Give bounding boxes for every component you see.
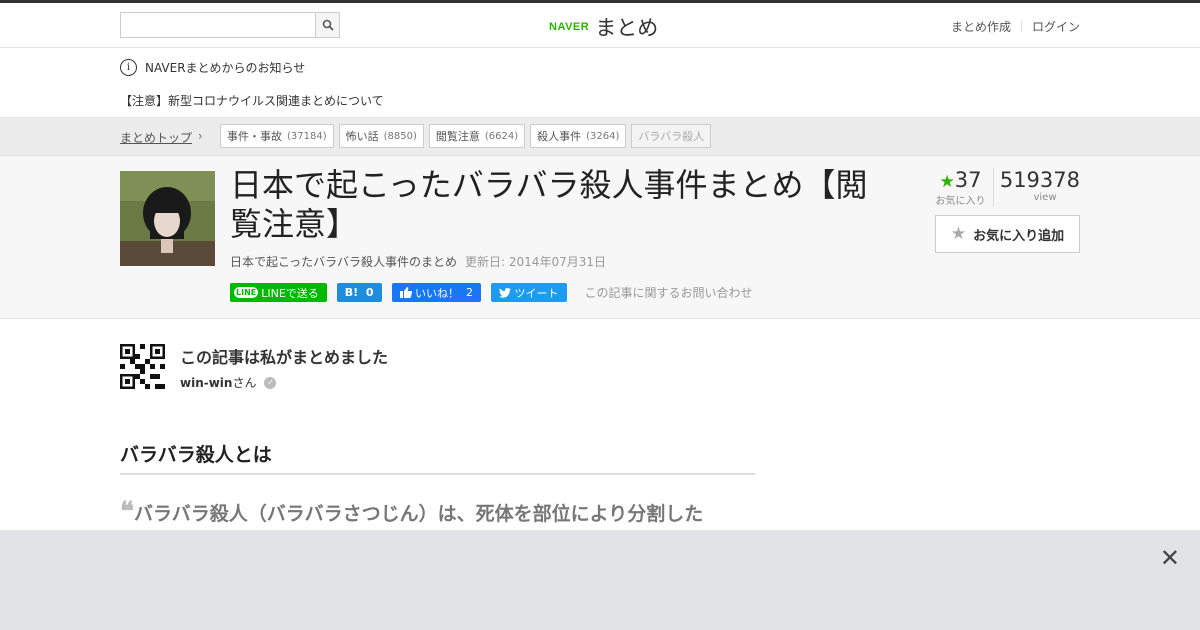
- hatena-bookmark-button[interactable]: B! 0: [336, 283, 382, 302]
- article-title: 日本で起こったバラバラ殺人事件まとめ【閲覧注意】: [230, 166, 868, 243]
- quote-mark-icon: ❝: [120, 497, 134, 527]
- view-count: 519378: [999, 168, 1080, 192]
- ad-overlay: ✕: [0, 530, 1200, 630]
- header-links: まとめ作成 ログイン: [951, 18, 1080, 35]
- view-count-box: 519378 view: [994, 168, 1080, 207]
- view-label: view: [1033, 192, 1057, 203]
- favorite-count-box: ★37 お気に入り: [928, 168, 994, 207]
- contact-link[interactable]: この記事に関するお問い合わせ: [585, 284, 753, 301]
- tag-label: 怖い話: [345, 130, 379, 143]
- breadcrumb-home-link[interactable]: まとめトップ: [120, 129, 192, 146]
- info-icon: i: [120, 59, 137, 76]
- favorite-count: 37: [954, 168, 982, 192]
- author-name-row: win-win さん ✓: [180, 374, 277, 391]
- tag-item[interactable]: 殺人事件 (3264): [530, 124, 627, 148]
- article-meta: 日本で起こったバラバラ殺人事件のまとめ 更新日: 2014年07月31日: [230, 253, 606, 270]
- login-link[interactable]: ログイン: [1032, 18, 1080, 35]
- tag-count: (8850): [383, 130, 417, 142]
- hatena-count: 0: [365, 286, 374, 299]
- verified-icon: ✓: [264, 376, 277, 389]
- section-heading: バラバラ殺人とは: [120, 440, 755, 475]
- hatena-icon: B!: [344, 286, 359, 299]
- author-heading: この記事は私がまとめました: [180, 348, 389, 367]
- article-stats: ★37 お気に入り 519378 view: [928, 168, 1080, 207]
- line-icon: LINE: [234, 287, 259, 298]
- star-icon: ★: [950, 224, 967, 244]
- search-input[interactable]: [120, 12, 315, 38]
- tag-label: バラバラ殺人: [638, 130, 705, 143]
- tag-count: (6624): [484, 130, 519, 142]
- line-share-button[interactable]: LINE LINEで送る: [230, 283, 327, 302]
- site-logo[interactable]: NAVER まとめ: [549, 12, 658, 42]
- thumbnail-image: [120, 171, 215, 266]
- chevron-right-icon: ›: [198, 129, 203, 143]
- line-share-label: LINEで送る: [261, 286, 319, 300]
- share-bar: LINE LINEで送る B! 0 いいね！ 2 ツイート この記事に関するお問い…: [230, 283, 753, 302]
- favorite-label: お気に入り: [935, 196, 986, 207]
- notice-title: NAVERまとめからのお知らせ: [145, 61, 306, 75]
- tag-item[interactable]: 事件・事故 (37184): [220, 124, 334, 148]
- facebook-like-count: 2: [466, 286, 474, 299]
- tag-item-current: バラバラ殺人: [631, 124, 712, 148]
- twitter-icon: [499, 287, 512, 298]
- notice-heading: i NAVERまとめからのお知らせ: [120, 59, 305, 76]
- article-updated-date: 更新日: 2014年07月31日: [465, 255, 606, 269]
- create-matome-link[interactable]: まとめ作成: [951, 18, 1011, 35]
- facebook-like-button[interactable]: いいね！ 2: [391, 283, 482, 302]
- breadcrumb: まとめトップ › 事件・事故 (37184) 怖い話 (8850) 閲覧注意 (662…: [0, 118, 1200, 156]
- add-favorite-button[interactable]: ★ お気に入り追加: [935, 215, 1080, 253]
- search-icon: [322, 19, 334, 31]
- logo-naver: NAVER: [549, 21, 590, 33]
- star-icon: ★: [939, 172, 955, 192]
- article-description: 日本で起こったバラバラ殺人事件のまとめ: [230, 255, 458, 269]
- search-bar: [120, 12, 340, 38]
- author-section: この記事は私がまとめました win-win さん ✓: [0, 319, 1200, 419]
- article-thumbnail[interactable]: [120, 171, 215, 266]
- tag-count: (37184): [287, 130, 327, 142]
- author-name-link[interactable]: win-win: [180, 376, 232, 390]
- tag-item[interactable]: 怖い話 (8850): [338, 124, 424, 148]
- tag-label: 事件・事故: [227, 130, 282, 143]
- qr-code-icon[interactable]: [120, 344, 165, 389]
- search-button[interactable]: [315, 12, 340, 38]
- facebook-like-icon: [399, 287, 412, 298]
- quote-text: バラバラ殺人（バラバラさつじん）は、死体を部位により分割した: [134, 503, 704, 525]
- site-header: NAVER まとめ まとめ作成 ログイン: [0, 3, 1200, 48]
- notice-panel: i NAVERまとめからのお知らせ 【注意】新型コロナウイルス関連まとめについて: [0, 48, 1200, 118]
- quote-block: ❝バラバラ殺人（バラバラさつじん）は、死体を部位により分割した: [120, 497, 760, 529]
- tag-label: 閲覧注意: [435, 130, 480, 143]
- add-favorite-label: お気に入り追加: [973, 228, 1065, 244]
- tweet-button[interactable]: ツイート: [491, 283, 567, 302]
- link-divider: [1020, 21, 1022, 32]
- author-suffix: さん: [232, 376, 257, 390]
- tag-item[interactable]: 閲覧注意 (6624): [428, 124, 526, 148]
- facebook-like-label: いいね！: [415, 286, 460, 300]
- close-icon[interactable]: ✕: [1160, 546, 1180, 570]
- tag-list: 事件・事故 (37184) 怖い話 (8850) 閲覧注意 (6624) 殺人事件 (3…: [220, 124, 716, 148]
- logo-matome: まとめ: [595, 16, 659, 40]
- article-header: 日本で起こったバラバラ殺人事件まとめ【閲覧注意】 日本で起こったバラバラ殺人事件…: [0, 156, 1200, 319]
- tag-label: 殺人事件: [537, 130, 582, 143]
- tweet-label: ツイート: [514, 286, 559, 300]
- tag-count: (3264): [586, 130, 620, 142]
- notice-item-link[interactable]: 【注意】新型コロナウイルス関連まとめについて: [120, 92, 384, 109]
